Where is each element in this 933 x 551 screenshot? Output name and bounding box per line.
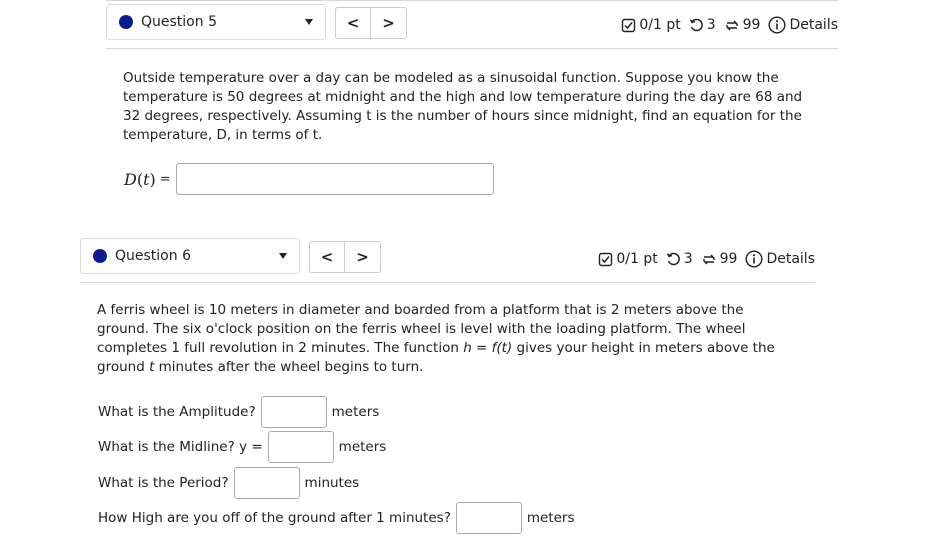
submissions-text: 99 bbox=[719, 251, 738, 267]
problem-eq: = bbox=[471, 340, 492, 356]
prev-question-button[interactable]: < bbox=[309, 241, 345, 273]
question-label: Question 5 bbox=[141, 14, 217, 30]
checkbox-icon bbox=[621, 18, 636, 33]
info-icon bbox=[768, 16, 786, 34]
details-link[interactable]: Details bbox=[768, 16, 838, 34]
problem-ft: f(t) bbox=[491, 340, 513, 356]
question-label: Question 6 bbox=[115, 248, 191, 264]
status-dot-icon bbox=[119, 15, 133, 29]
points-text: 0/1 pt bbox=[639, 17, 681, 33]
prev-question-button[interactable]: < bbox=[335, 7, 371, 39]
question-header: Question 6 < > 0/1 pt 3 99 Details bbox=[80, 234, 815, 274]
question-5-block: Question 5 < > 0/1 pt 3 99 Details Outsi… bbox=[106, 0, 838, 195]
question-header: Question 5 < > 0/1 pt 3 99 Details bbox=[106, 0, 838, 40]
midline-unit: meters bbox=[338, 439, 387, 455]
retry-icon bbox=[689, 18, 704, 33]
equation-label: D(t) bbox=[124, 169, 156, 189]
header-divider bbox=[106, 48, 838, 49]
problem-text: A ferris wheel is 10 meters in diameter … bbox=[97, 301, 797, 377]
question-selector[interactable]: Question 5 bbox=[106, 4, 326, 40]
submissions-icon bbox=[724, 18, 740, 33]
amplitude-prompt: What is the Amplitude? bbox=[98, 404, 256, 420]
points-text: 0/1 pt bbox=[616, 251, 658, 267]
chevron-down-icon bbox=[305, 19, 313, 25]
midline-row: What is the Midline? y = meters bbox=[98, 431, 386, 463]
period-row: What is the Period? minutes bbox=[98, 467, 359, 499]
question-meta: 0/1 pt 3 99 Details bbox=[598, 250, 815, 268]
equals-sign: = bbox=[159, 171, 171, 187]
height-unit: meters bbox=[526, 510, 575, 526]
question-6-block: Question 6 < > 0/1 pt 3 99 Details A fer… bbox=[80, 232, 815, 534]
retries-item: 3 bbox=[666, 251, 693, 267]
checkbox-icon bbox=[598, 252, 613, 267]
submissions-icon bbox=[701, 252, 717, 267]
retries-item: 3 bbox=[689, 17, 716, 33]
amplitude-row: What is the Amplitude? meters bbox=[98, 396, 379, 428]
period-prompt: What is the Period? bbox=[98, 475, 229, 491]
header-divider bbox=[80, 282, 815, 283]
retries-text: 3 bbox=[706, 17, 716, 33]
amplitude-unit: meters bbox=[331, 404, 380, 420]
next-question-button[interactable]: > bbox=[371, 7, 407, 39]
details-link[interactable]: Details bbox=[745, 250, 815, 268]
info-icon bbox=[745, 250, 763, 268]
submissions-text: 99 bbox=[742, 17, 761, 33]
retry-icon bbox=[666, 252, 681, 267]
question-nav: < > bbox=[309, 241, 381, 273]
height-prompt: How High are you off of the ground after… bbox=[98, 510, 451, 526]
midline-prompt: What is the Midline? y = bbox=[98, 439, 263, 455]
midline-input[interactable] bbox=[267, 431, 334, 463]
equation-row: D(t) = bbox=[124, 163, 494, 195]
problem-var-h: h bbox=[463, 340, 472, 356]
next-question-button[interactable]: > bbox=[345, 241, 381, 273]
points-item: 0/1 pt bbox=[621, 17, 681, 33]
question-selector[interactable]: Question 6 bbox=[80, 238, 300, 274]
problem-text-part-3: minutes after the wheel begins to turn. bbox=[154, 359, 424, 375]
period-input[interactable] bbox=[233, 467, 300, 499]
details-text: Details bbox=[789, 17, 838, 33]
submissions-item: 99 bbox=[724, 17, 761, 33]
equation-function: D bbox=[124, 169, 137, 189]
height-input[interactable] bbox=[455, 502, 522, 534]
points-item: 0/1 pt bbox=[598, 251, 658, 267]
chevron-down-icon bbox=[279, 253, 287, 259]
period-unit: minutes bbox=[304, 475, 360, 491]
question-meta: 0/1 pt 3 99 Details bbox=[621, 16, 838, 34]
amplitude-input[interactable] bbox=[260, 396, 327, 428]
details-text: Details bbox=[766, 251, 815, 267]
status-dot-icon bbox=[93, 249, 107, 263]
submissions-item: 99 bbox=[701, 251, 738, 267]
retries-text: 3 bbox=[683, 251, 693, 267]
height-row: How High are you off of the ground after… bbox=[98, 502, 575, 534]
question-nav: < > bbox=[335, 7, 407, 39]
equation-answer-input[interactable] bbox=[175, 163, 494, 195]
problem-text: Outside temperature over a day can be mo… bbox=[123, 70, 803, 143]
